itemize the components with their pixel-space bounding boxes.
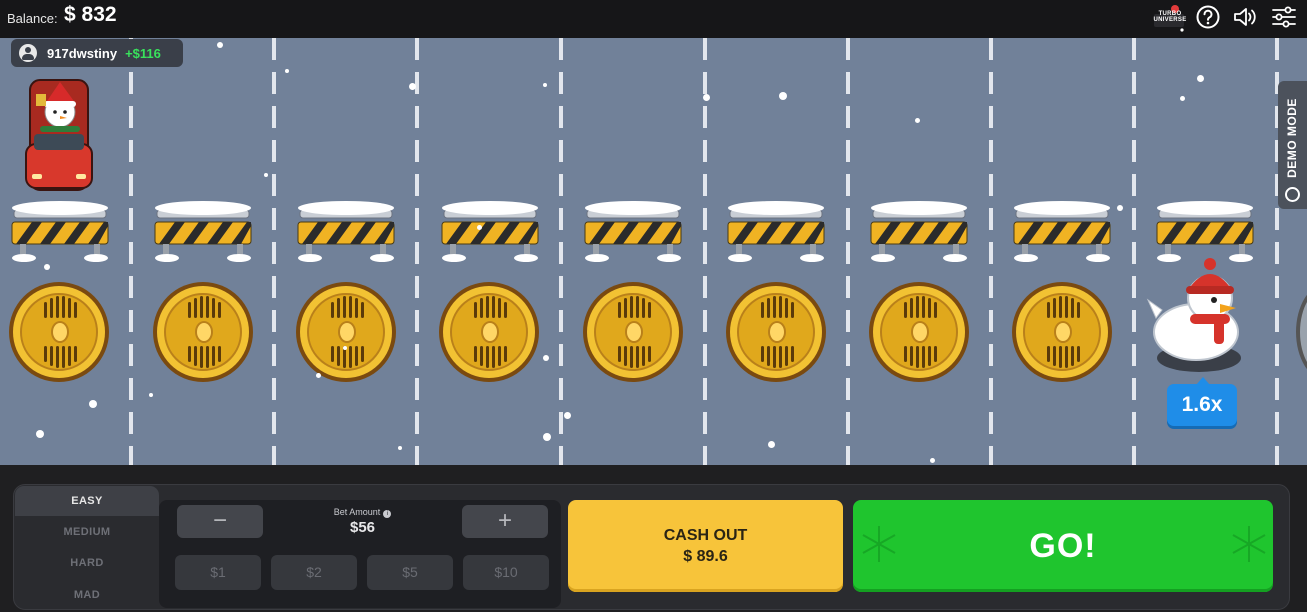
snowflake bbox=[1197, 75, 1204, 82]
snowflake bbox=[779, 92, 787, 100]
barrier bbox=[441, 201, 539, 262]
car-with-snowman bbox=[25, 79, 93, 191]
snowflake bbox=[264, 173, 268, 177]
difficulty-medium[interactable]: MEDIUM bbox=[15, 517, 159, 547]
bet-chip-5[interactable]: $5 bbox=[367, 555, 453, 590]
lane-divider bbox=[272, 38, 276, 465]
lane-divider bbox=[846, 38, 850, 465]
bet-amount-label-text: Bet Amount bbox=[333, 507, 381, 517]
barrier bbox=[154, 201, 252, 262]
snowflake bbox=[409, 83, 416, 90]
go-button[interactable]: GO! bbox=[853, 500, 1273, 592]
snowflake bbox=[217, 42, 223, 48]
brand-text: TURBO UNIVERSE bbox=[1153, 11, 1187, 23]
lane-divider bbox=[559, 38, 563, 465]
barrier bbox=[727, 201, 825, 262]
difficulty-easy[interactable]: EASY bbox=[15, 486, 159, 516]
settings-sliders-icon[interactable] bbox=[1271, 4, 1297, 30]
bet-amount-label: Bet Amount i bbox=[290, 507, 435, 518]
snowflake bbox=[285, 69, 289, 73]
bet-chip-1[interactable]: $1 bbox=[175, 555, 261, 590]
snowflake bbox=[343, 346, 347, 350]
barrier bbox=[584, 201, 682, 262]
player-win: +$116 bbox=[125, 45, 161, 61]
manhole-coin[interactable] bbox=[1010, 280, 1114, 384]
sound-icon[interactable] bbox=[1232, 4, 1258, 30]
bet-increase-button[interactable]: + bbox=[462, 505, 548, 538]
cash-out-button[interactable]: CASH OUT $ 89.6 bbox=[568, 500, 843, 592]
cash-out-label: CASH OUT bbox=[663, 527, 748, 544]
go-label: GO! bbox=[1029, 527, 1097, 565]
cash-out-value: $ 89.6 bbox=[683, 548, 728, 565]
barrier bbox=[1156, 201, 1254, 262]
bet-chip-10[interactable]: $10 bbox=[463, 555, 549, 590]
bet-chip-2[interactable]: $2 bbox=[271, 555, 357, 590]
bet-decrease-button[interactable]: − bbox=[177, 505, 263, 538]
snowflake bbox=[915, 118, 920, 123]
snowflake bbox=[564, 412, 571, 419]
demo-mode-icon bbox=[1285, 187, 1300, 202]
multiplier-badge: 1.6x bbox=[1167, 377, 1237, 426]
snowflake bbox=[36, 430, 44, 438]
lane-divider bbox=[703, 38, 707, 465]
snowflake bbox=[543, 433, 551, 441]
snowflake bbox=[316, 373, 321, 378]
snowflake bbox=[930, 458, 935, 463]
balance-value: $ 832 bbox=[64, 3, 117, 26]
chicken-character bbox=[1146, 258, 1241, 372]
manhole-coin[interactable] bbox=[581, 280, 685, 384]
manhole-coin[interactable] bbox=[294, 280, 398, 384]
snowflake bbox=[44, 264, 50, 270]
help-icon[interactable] bbox=[1195, 4, 1221, 30]
barrier bbox=[11, 201, 109, 262]
manhole-coin[interactable] bbox=[151, 280, 255, 384]
snowflake bbox=[149, 393, 153, 397]
game-road: 917dwstiny +$116 1.6x DEMO MODE bbox=[0, 38, 1307, 465]
barrier bbox=[297, 201, 395, 262]
difficulty-hard[interactable]: HARD bbox=[15, 548, 159, 578]
manhole-coin[interactable] bbox=[867, 280, 971, 384]
player-chip: 917dwstiny +$116 bbox=[11, 39, 183, 67]
barrier bbox=[870, 201, 968, 262]
difficulty-mad[interactable]: MAD bbox=[15, 580, 159, 610]
snowflake bbox=[543, 355, 549, 361]
snowflake bbox=[543, 83, 547, 87]
manhole-coin[interactable] bbox=[724, 280, 828, 384]
snowflake bbox=[768, 441, 775, 448]
lane-divider bbox=[129, 38, 133, 465]
manhole-coin[interactable] bbox=[437, 280, 541, 384]
snowflake bbox=[398, 446, 402, 450]
snowflake bbox=[1180, 96, 1185, 101]
bet-amount-value[interactable]: $56 bbox=[290, 519, 435, 536]
lane-divider bbox=[989, 38, 993, 465]
demo-mode-tab[interactable]: DEMO MODE bbox=[1278, 81, 1307, 209]
lane-divider bbox=[1132, 38, 1136, 465]
difficulty-selector: EASY MEDIUM HARD MAD bbox=[15, 484, 159, 610]
info-icon[interactable]: i bbox=[383, 510, 392, 518]
avatar bbox=[19, 44, 37, 62]
manhole-next bbox=[1296, 284, 1307, 380]
demo-mode-label: DEMO MODE bbox=[1285, 98, 1299, 178]
player-name: 917dwstiny bbox=[47, 45, 118, 61]
snowflake bbox=[89, 400, 97, 408]
snowflake bbox=[703, 94, 710, 101]
balance-label: Balance: bbox=[7, 11, 58, 26]
top-bar: Balance: $ 832 TURBO UNIVERSE bbox=[0, 0, 1307, 38]
manhole-coin[interactable] bbox=[7, 280, 111, 384]
barrier bbox=[1013, 201, 1111, 262]
lane-divider bbox=[415, 38, 419, 465]
snowflake bbox=[477, 225, 482, 230]
snowflake bbox=[1117, 205, 1123, 211]
